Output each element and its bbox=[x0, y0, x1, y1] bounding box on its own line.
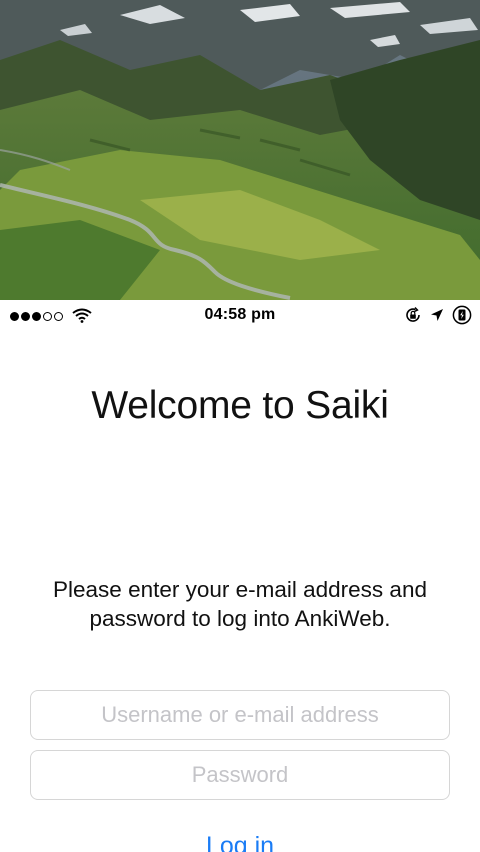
battery-charging-icon bbox=[452, 305, 472, 330]
rotation-lock-icon bbox=[404, 306, 422, 329]
welcome-title: Welcome to Saiki bbox=[91, 384, 389, 427]
mountain-landscape-image bbox=[0, 0, 480, 300]
login-instructions: Please enter your e-mail address and pas… bbox=[53, 577, 427, 631]
username-input[interactable] bbox=[30, 690, 450, 740]
login-button[interactable]: Log in bbox=[0, 832, 480, 852]
password-input[interactable] bbox=[30, 750, 450, 800]
location-arrow-icon bbox=[430, 308, 444, 327]
status-icons bbox=[404, 305, 472, 330]
login-screen: 04:58 pm Welcome to Saiki Please enter y… bbox=[0, 0, 480, 852]
